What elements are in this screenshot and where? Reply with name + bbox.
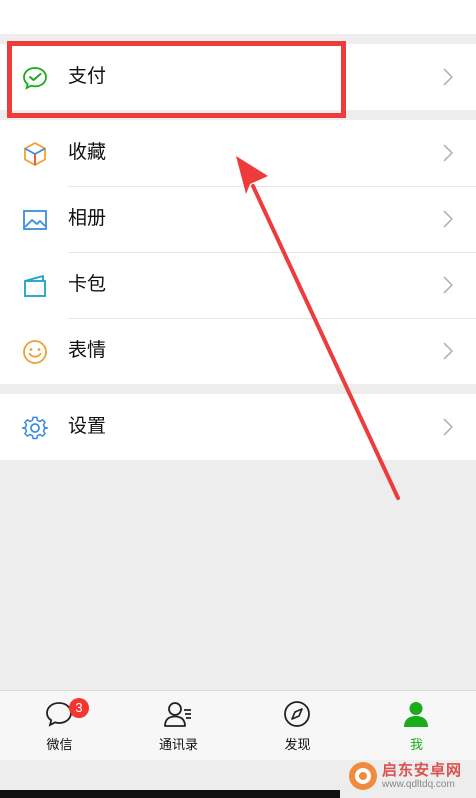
tab-contacts[interactable]: 通讯录 bbox=[119, 691, 238, 761]
chevron-right-icon bbox=[443, 210, 454, 228]
tab-me-label: 我 bbox=[409, 737, 423, 752]
tab-chats-label: 微信 bbox=[46, 737, 73, 752]
cube-icon bbox=[24, 142, 46, 166]
menu-item-settings[interactable]: 设置 bbox=[0, 394, 476, 460]
highlight-box bbox=[7, 41, 346, 118]
chevron-right-icon bbox=[443, 68, 454, 86]
services-group: 收藏 相册 卡包 表情 bbox=[0, 120, 476, 384]
top-panel-strip bbox=[0, 0, 476, 34]
menu-item-album[interactable]: 相册 bbox=[0, 186, 476, 252]
photo-icon bbox=[23, 210, 47, 230]
menu-item-stickers[interactable]: 表情 bbox=[0, 318, 476, 384]
gear-icon bbox=[22, 416, 48, 440]
watermark-logo-icon bbox=[349, 762, 377, 790]
menu-item-stickers-label: 表情 bbox=[68, 340, 107, 361]
watermark-title: 启东安卓网 bbox=[382, 762, 463, 779]
watermark-url: www.qdltdq.com bbox=[382, 779, 455, 790]
tab-discover-label: 发现 bbox=[284, 737, 311, 752]
tab-discover[interactable]: 发现 bbox=[238, 691, 357, 761]
unread-badge: 3 bbox=[69, 698, 89, 718]
menu-item-cards[interactable]: 卡包 bbox=[0, 252, 476, 318]
compass-icon bbox=[284, 701, 310, 727]
watermark: 启东安卓网 www.qdltdq.com bbox=[342, 755, 476, 798]
chevron-right-icon bbox=[443, 276, 454, 294]
person-icon bbox=[404, 702, 428, 727]
menu-item-settings-label: 设置 bbox=[68, 416, 107, 437]
chevron-right-icon bbox=[443, 342, 454, 360]
chevron-right-icon bbox=[443, 418, 454, 436]
card-wallet-icon bbox=[24, 275, 46, 297]
settings-group: 设置 bbox=[0, 394, 476, 460]
menu-item-favorites[interactable]: 收藏 bbox=[0, 120, 476, 186]
menu-item-album-label: 相册 bbox=[68, 208, 107, 229]
contacts-icon bbox=[164, 702, 191, 727]
chevron-right-icon bbox=[443, 144, 454, 162]
bottom-dark-bar bbox=[0, 790, 340, 798]
smiley-icon bbox=[23, 340, 47, 364]
menu-item-cards-label: 卡包 bbox=[68, 274, 107, 295]
tab-me[interactable]: 我 bbox=[357, 691, 476, 761]
tab-chats[interactable]: 3 微信 bbox=[0, 691, 119, 761]
bottom-tab-bar: 3 微信 通讯录 发现 我 bbox=[0, 690, 476, 760]
menu-item-favorites-label: 收藏 bbox=[68, 142, 107, 163]
tab-contacts-label: 通讯录 bbox=[158, 737, 198, 752]
